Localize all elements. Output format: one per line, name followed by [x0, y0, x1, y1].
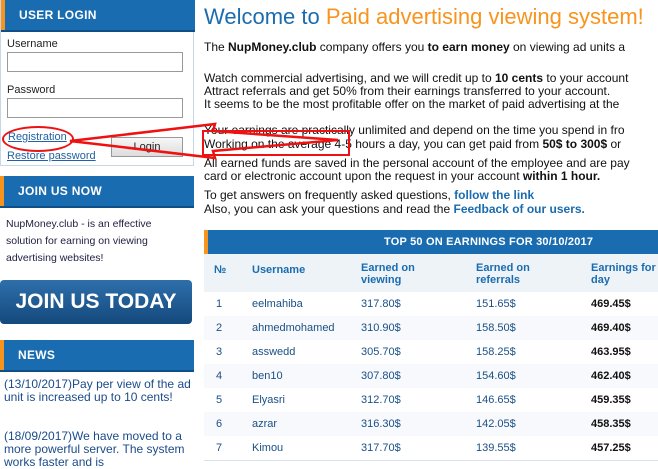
annotation-circle: [2, 126, 74, 152]
annotation-highlight-box: [202, 130, 350, 156]
annotation-overlay: [69, 122, 339, 160]
